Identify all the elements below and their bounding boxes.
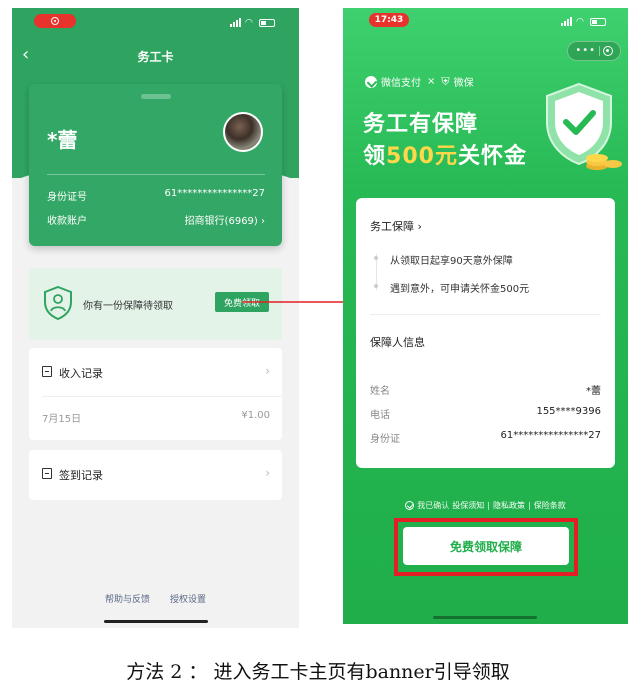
- id-number-row: 身份证号 61***************27: [47, 188, 265, 203]
- insured-name-row: 姓名 *蕾: [370, 382, 601, 397]
- id-value: 61***************27: [500, 430, 601, 441]
- policy-notice-link[interactable]: 投保须知: [452, 500, 484, 511]
- wifi-icon: ◠: [576, 16, 584, 27]
- checkin-records-title: 签到记录: [59, 469, 103, 482]
- wifi-icon: ◠: [245, 17, 253, 28]
- battery-icon: [259, 18, 275, 27]
- agreement-row: 我已确认 投保须知 | 隐私政策 | 保险条款: [343, 500, 628, 511]
- brand-separator: ×: [427, 76, 436, 87]
- weibao-label: 微保: [453, 78, 474, 89]
- help-feedback-link[interactable]: 帮助与反馈: [105, 592, 150, 605]
- income-records-title: 收入记录: [59, 367, 103, 380]
- calendar-check-icon: [42, 468, 52, 479]
- phone-value: 155****9396: [536, 406, 601, 417]
- income-amount: ¥1.00: [241, 410, 270, 421]
- id-number-label: 身份证号: [47, 192, 87, 203]
- wechat-pay-label: 微信支付: [381, 78, 421, 89]
- insurance-claim-screen: 17:43 ◠ ••• 微信支付 × ⛨ 微保 务工有保障 领500元关怀金 务…: [343, 8, 628, 624]
- income-date: 7月15日: [42, 414, 82, 425]
- insurance-terms-link[interactable]: 保险条款: [534, 500, 566, 511]
- headline-prefix: 领: [363, 144, 387, 169]
- chevron-right-icon: ›: [265, 466, 270, 480]
- page-title: 务工卡: [137, 50, 174, 64]
- work-id-card: *蕾 身份证号 61***************27 收款账户 招商银行(69…: [29, 84, 282, 246]
- agree-divider: |: [487, 501, 490, 510]
- card-divider: [47, 174, 265, 175]
- id-label: 身份证: [370, 434, 400, 445]
- payee-account-row[interactable]: 收款账户 招商银行(6969) ›: [47, 212, 265, 227]
- work-protection-title[interactable]: 务工保障 ›: [370, 218, 422, 234]
- wechat-pay-icon: [365, 75, 377, 88]
- auth-settings-link[interactable]: 授权设置: [170, 592, 206, 605]
- agree-divider: |: [528, 501, 531, 510]
- status-time: 17:43: [369, 13, 409, 27]
- status-bar-icons: ◠: [230, 18, 275, 27]
- coins-icon: [586, 154, 622, 170]
- footer-links: 帮助与反馈 授权设置: [12, 592, 299, 605]
- insured-id-row: 身份证 61***************27: [370, 430, 601, 445]
- battery-icon: [590, 17, 606, 26]
- timeline-dot: [374, 256, 378, 260]
- insured-phone-row: 电话 155****9396: [370, 406, 601, 421]
- card-slot: [141, 94, 171, 99]
- insured-info-title: 保障人信息: [370, 336, 425, 349]
- worker-name: *蕾: [47, 128, 78, 152]
- insurance-info-card: 务工保障 › 从领取日起享90天意外保障 遇到意外，可申请关怀金500元 保障人…: [356, 198, 615, 468]
- headline-suffix: 关怀金: [457, 144, 527, 169]
- home-indicator: [433, 616, 537, 619]
- claim-protection-button[interactable]: 免费领取保障: [403, 527, 569, 565]
- checkin-records-card[interactable]: 签到记录 ›: [29, 450, 282, 500]
- status-bar-icons: ◠: [561, 17, 606, 26]
- payee-account-label: 收款账户: [47, 216, 87, 227]
- capsule-separator: [598, 46, 600, 56]
- name-value: *蕾: [586, 386, 601, 397]
- agree-prefix: 我已确认: [417, 501, 450, 510]
- signal-icon: [230, 18, 241, 27]
- id-number-value: 61***************27: [164, 188, 265, 199]
- mini-program-capsule: •••: [567, 41, 621, 61]
- avatar: [223, 112, 263, 152]
- headline-line-2: 领500元关怀金: [363, 138, 527, 170]
- chevron-right-icon: ›: [265, 364, 270, 378]
- weibao-logo-icon: ⛨: [441, 74, 450, 88]
- timeline-dot: [374, 284, 378, 288]
- figure-caption: 方法 2 ： 进入务工卡主页有banner引导领取: [126, 661, 510, 683]
- document-icon: [42, 366, 52, 377]
- banner-text: 你有一份保障待领取: [83, 301, 173, 312]
- shield-user-icon: [44, 286, 72, 320]
- benefit-item-1: 从领取日起享90天意外保障: [390, 256, 513, 267]
- record-icon: [51, 17, 59, 25]
- brand-row: 微信支付 × ⛨ 微保: [365, 74, 474, 89]
- income-records-card[interactable]: 收入记录 › 7月15日 ¥1.00: [29, 348, 282, 440]
- signal-icon: [561, 17, 572, 26]
- divider: [42, 396, 282, 397]
- payee-account-value[interactable]: 招商银行(6969) ›: [185, 212, 265, 227]
- agree-checkbox[interactable]: [405, 501, 415, 510]
- phone-label: 电话: [370, 410, 390, 421]
- home-indicator: [104, 620, 208, 623]
- privacy-policy-link[interactable]: 隐私政策: [493, 500, 525, 511]
- headline-line-1: 务工有保障: [363, 112, 479, 137]
- divider: [370, 314, 601, 315]
- close-target-icon[interactable]: [602, 46, 613, 56]
- more-dots-icon[interactable]: •••: [575, 46, 596, 56]
- headline-amount: 500元: [386, 144, 458, 169]
- recording-indicator: [34, 14, 76, 28]
- benefit-item-2: 遇到意外，可申请关怀金500元: [390, 284, 530, 295]
- work-card-home-screen: ◠ ‹ 务工卡 *蕾 身份证号 61***************27 收款账户…: [12, 8, 299, 628]
- name-label: 姓名: [370, 386, 390, 397]
